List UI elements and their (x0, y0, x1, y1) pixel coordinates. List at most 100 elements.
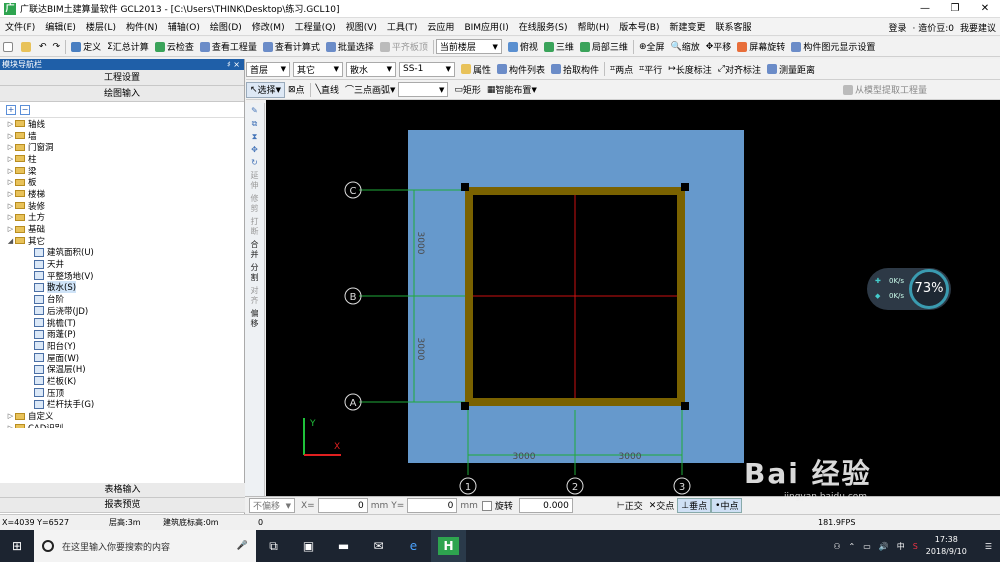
align-slab-button[interactable]: 平齐板顶 (377, 39, 431, 55)
tree-item[interactable]: 栏板(K) (0, 375, 244, 387)
clock-date[interactable]: 2018/9/10 (926, 546, 967, 558)
menu-bim[interactable]: BIM应用(I) (459, 20, 513, 33)
tree-item[interactable]: ▷ 轴线 (0, 118, 244, 130)
menu-floor[interactable]: 楼层(L) (81, 20, 121, 33)
suggest-link[interactable]: 我要建议 (960, 21, 996, 34)
tree-item[interactable]: 保温层(H) (0, 363, 244, 375)
column-a1[interactable] (461, 402, 469, 410)
notification-icon[interactable]: ☰ (985, 542, 992, 551)
offset-select[interactable]: 不偏移 ▼ (249, 498, 295, 513)
menu-new-change[interactable]: 新建变更 (664, 20, 710, 33)
tree-item[interactable]: 挑檐(T) (0, 317, 244, 329)
task-view-icon[interactable]: ⧉ (256, 530, 291, 562)
select-button[interactable]: ↖ 选择 ▼ (246, 81, 285, 98)
tree-item[interactable]: 台阶 (0, 293, 244, 305)
show-hidden-icons[interactable]: ⌃ (848, 542, 855, 551)
menu-file[interactable]: 文件(F) (0, 20, 40, 33)
store-app-icon[interactable]: ▣ (291, 530, 326, 562)
3d-button[interactable]: 三维 (541, 39, 577, 55)
aligned-dim-button[interactable]: ⤢ 对齐标注 (715, 61, 764, 77)
tree-item[interactable]: ◢ 其它 (0, 235, 244, 247)
point-button[interactable]: ⊠ 点 (285, 82, 308, 98)
define-button[interactable]: 定义 (68, 39, 104, 55)
expand-icon[interactable]: ▷ (6, 155, 15, 163)
menu-view[interactable]: 视图(V) (341, 20, 382, 33)
network-icon[interactable]: ▭ (863, 542, 871, 551)
collapse-all-icon[interactable]: − (20, 104, 30, 115)
tree-item[interactable]: 天井 (0, 258, 244, 270)
tree-item[interactable]: 屋面(W) (0, 352, 244, 364)
menu-version[interactable]: 版本号(B) (614, 20, 664, 33)
tree-item[interactable]: 阳台(Y) (0, 340, 244, 352)
tree-item[interactable]: ▷ CAD识别 (0, 422, 244, 428)
tree-item[interactable]: 后浇带(JD) (0, 305, 244, 317)
full-screen-button[interactable]: ⊕ 全屏 (636, 39, 668, 55)
menu-contact-service[interactable]: 联系客服 (710, 20, 756, 33)
merge-tool[interactable]: 合并 (248, 240, 262, 260)
menu-help[interactable]: 帮助(H) (572, 20, 614, 33)
component-type-select[interactable]: 散水 ▼ (346, 61, 396, 77)
component-select[interactable]: SS-1 ▼ (399, 61, 455, 77)
arc-options-select[interactable]: ▼ (398, 82, 449, 97)
top-view-button[interactable]: 俯视 (505, 39, 541, 55)
copy-icon[interactable]: ⧉ (248, 119, 262, 129)
angle-input[interactable]: 0.000 (518, 498, 573, 513)
edge-browser-icon[interactable]: e (396, 530, 431, 562)
tree-item[interactable]: 栏杆扶手(G) (0, 399, 244, 410)
batch-select-button[interactable]: 批量选择 (323, 39, 377, 55)
glodon-app-icon[interactable]: H (431, 530, 466, 562)
pin-close-icon[interactable]: ♯ × (227, 59, 240, 70)
trim-tool[interactable]: 修剪 (248, 194, 262, 214)
break-tool[interactable]: 打断 (248, 217, 262, 237)
expand-icon[interactable]: ▷ (6, 424, 15, 428)
tree-item[interactable]: ▷ 装修 (0, 200, 244, 212)
close-button[interactable]: ✕ (970, 0, 1000, 18)
mail-icon[interactable]: ✉ (361, 530, 396, 562)
tree-item[interactable]: 平整场地(V) (0, 270, 244, 282)
tree-item[interactable]: 散水(S) (0, 281, 244, 294)
floor-select[interactable]: 首层 ▼ (246, 61, 290, 77)
expand-icon[interactable]: ▷ (6, 120, 15, 128)
split-tool[interactable]: 分割 (248, 263, 262, 283)
rotate-icon[interactable]: ↻ (248, 158, 262, 168)
brush-icon[interactable]: ✎ (248, 106, 262, 116)
rect-button[interactable]: ▭ 矩形 (451, 82, 484, 98)
sogou-icon[interactable]: S (913, 542, 918, 551)
local-3d-button[interactable]: 局部三维 (577, 39, 631, 55)
restore-button[interactable]: ❐ (940, 0, 970, 18)
category-select[interactable]: 其它 ▼ (293, 61, 343, 77)
undo-icon[interactable]: ↶ (36, 39, 50, 55)
redo-icon[interactable]: ↷ (50, 39, 64, 55)
menu-edit[interactable]: 编辑(E) (40, 20, 81, 33)
minimize-button[interactable]: — (910, 0, 940, 18)
tree-item[interactable]: 雨蓬(P) (0, 328, 244, 340)
expand-icon[interactable]: ▷ (6, 167, 15, 175)
offset-tool[interactable]: 偏移 (248, 309, 262, 329)
tree-item[interactable]: ▷ 楼梯 (0, 188, 244, 200)
y-input[interactable]: 0 (407, 498, 458, 513)
perpendicular-toggle[interactable]: ⊥ 垂点 (677, 498, 712, 513)
view-quantity-button[interactable]: 查看工程量 (197, 39, 260, 55)
menu-component[interactable]: 构件(N) (121, 20, 163, 33)
smart-layout-button[interactable]: ▦ 智能布置 ▼ (484, 82, 540, 98)
sum-calc-button[interactable]: Σ 汇总计算 (104, 39, 152, 55)
login-link[interactable]: 登录 (888, 21, 906, 34)
intersection-toggle[interactable]: ✕ 交点 (646, 499, 678, 513)
tree-item[interactable]: ▷ 自定义 (0, 410, 244, 422)
tree-item[interactable]: ▷ 基础 (0, 223, 244, 235)
column-a3[interactable] (681, 402, 689, 410)
people-icon[interactable]: ⚇ (833, 542, 840, 551)
tree-item[interactable]: ▷ 门窗洞 (0, 141, 244, 153)
extend-tool[interactable]: 延伸 (248, 171, 262, 191)
tree-item[interactable]: ▷ 板 (0, 176, 244, 188)
expand-icon[interactable]: ▷ (6, 225, 15, 233)
new-file-icon[interactable] (0, 39, 18, 55)
microphone-icon[interactable]: 🎤 (237, 541, 248, 551)
menu-online[interactable]: 在线服务(S) (514, 20, 573, 33)
drawing-input-tab[interactable]: 绘图输入 (0, 86, 244, 102)
midpoint-toggle[interactable]: • 中点 (711, 498, 743, 513)
column-c3[interactable] (681, 183, 689, 191)
tree-item[interactable]: ▷ 柱 (0, 153, 244, 165)
pick-component-button[interactable]: 拾取构件 (548, 61, 602, 77)
current-floor-select[interactable]: 当前楼层 ▼ (435, 39, 502, 54)
